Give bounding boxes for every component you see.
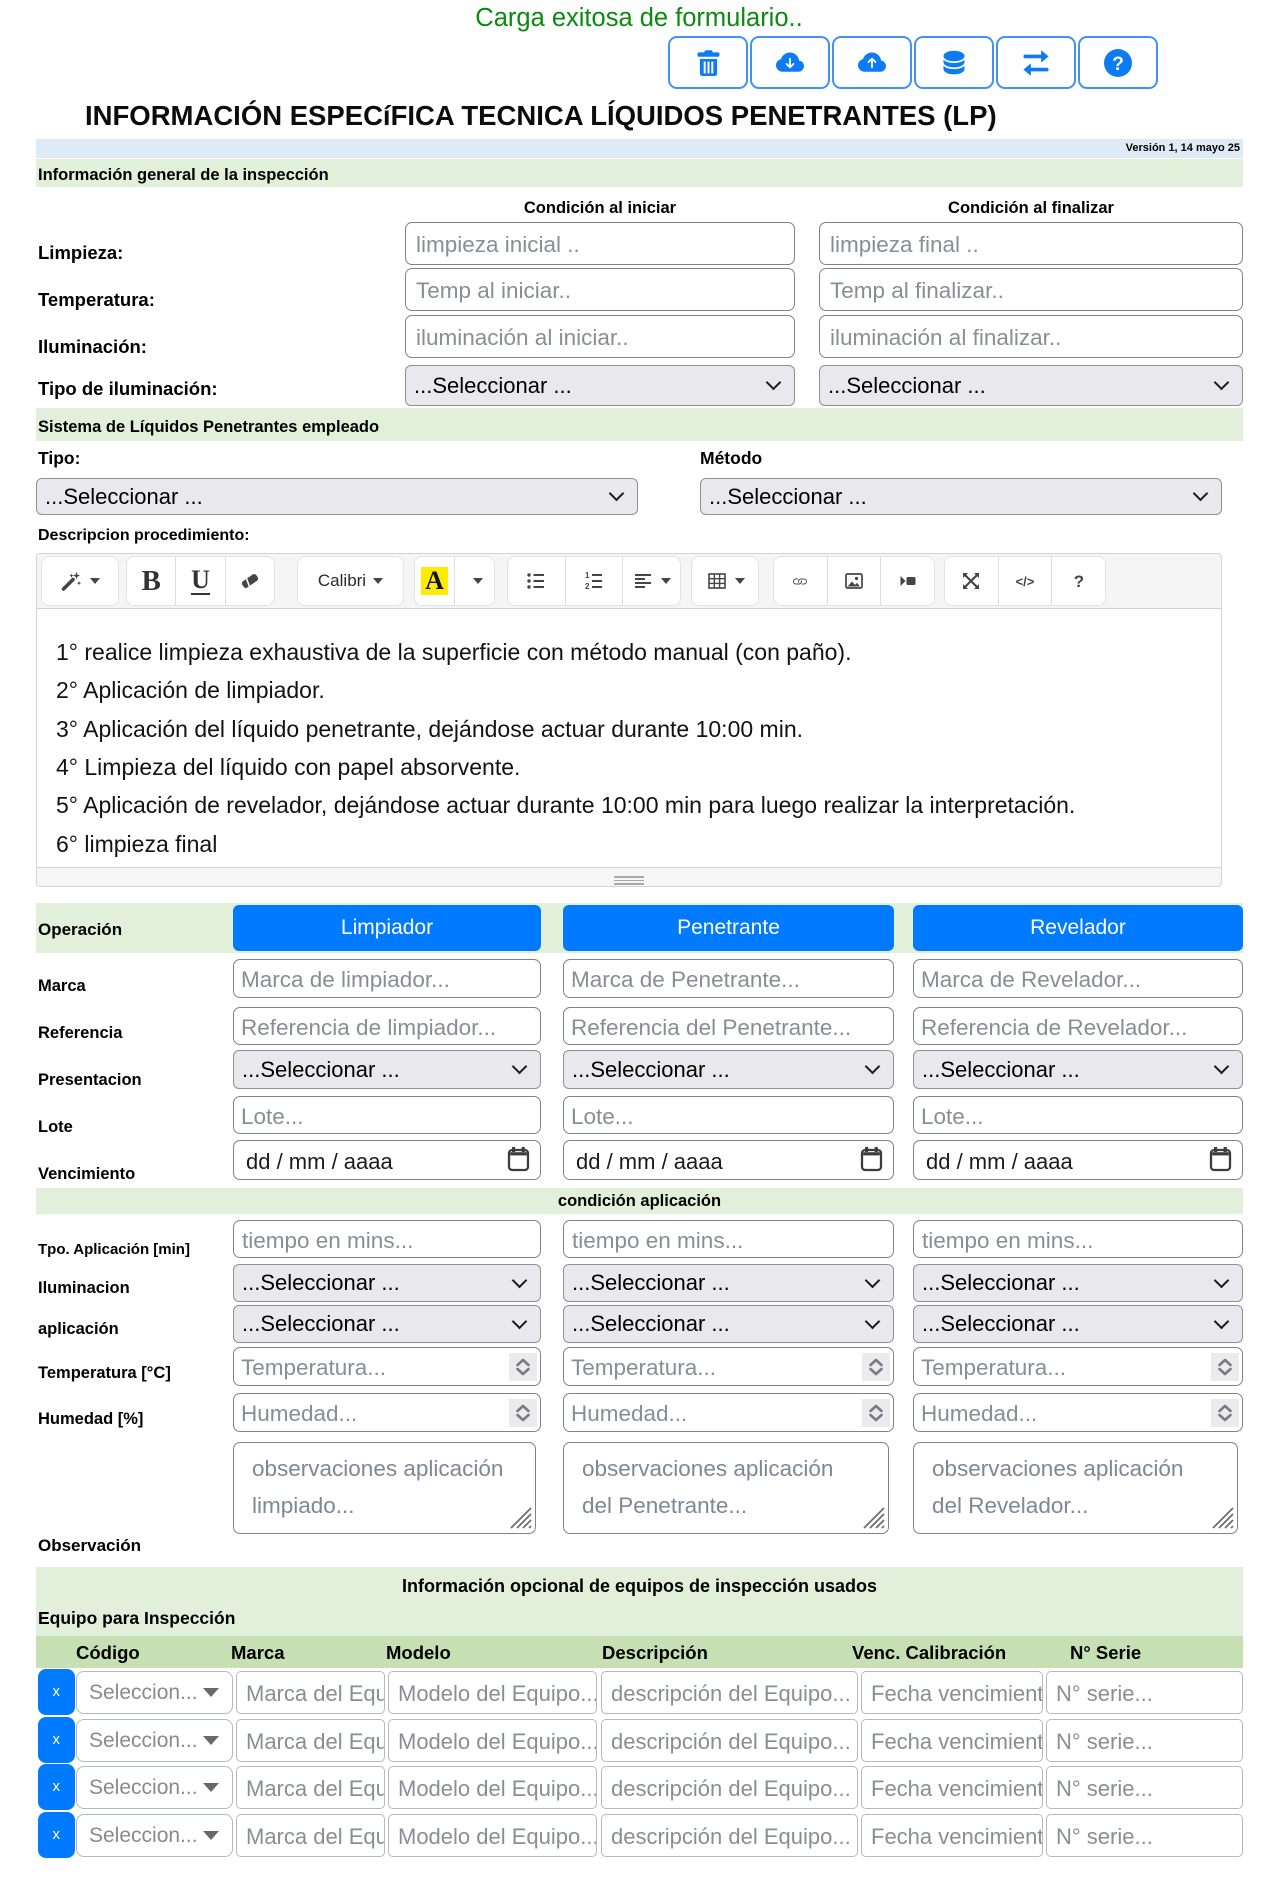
svg-text:?: ?	[1073, 572, 1083, 591]
svg-text:?: ?	[1112, 54, 1124, 75]
svg-text:1: 1	[585, 571, 590, 580]
svg-text:</>: </>	[1016, 574, 1035, 589]
svg-text:2: 2	[585, 582, 590, 591]
